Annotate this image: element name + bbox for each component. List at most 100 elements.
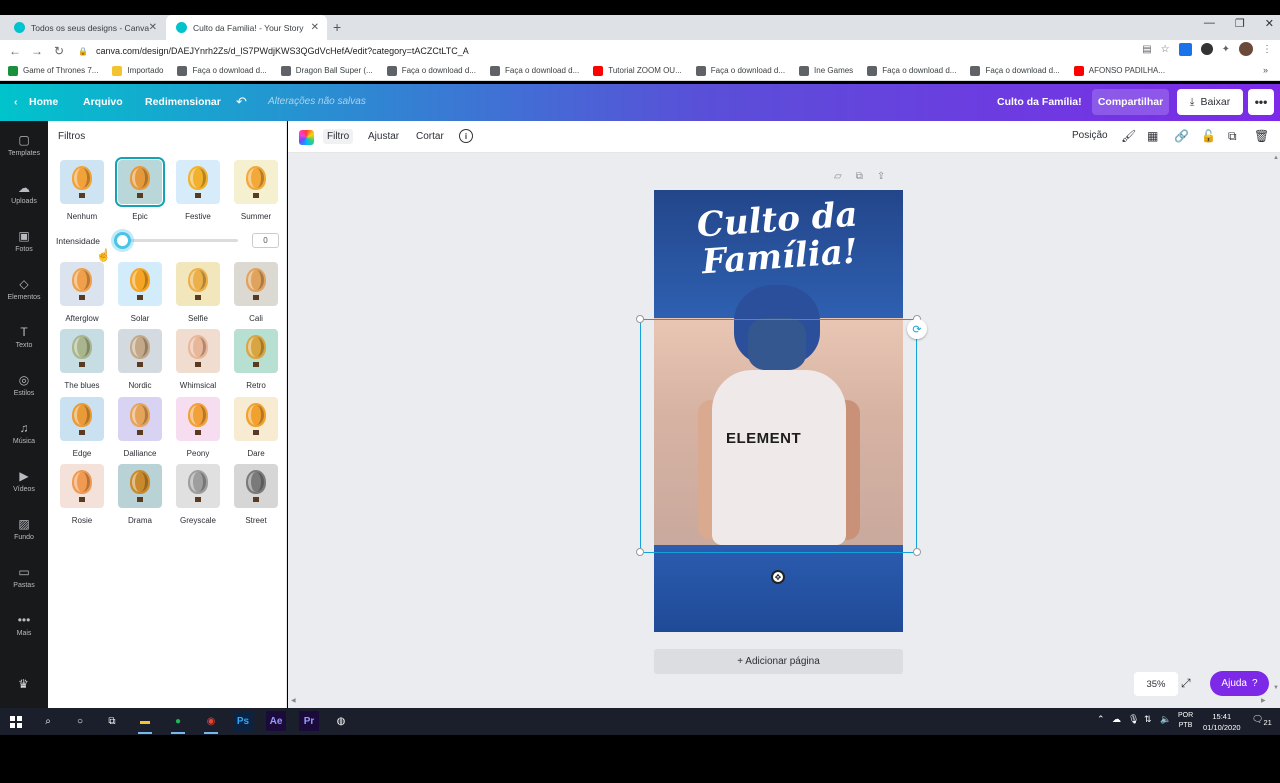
filter-thumbnail-whimsical[interactable] xyxy=(176,329,220,373)
forward-icon[interactable]: → xyxy=(26,44,48,58)
bookmark-item[interactable]: Faça o download d... xyxy=(177,65,267,76)
download-button[interactable]: ⤓ Baixar xyxy=(1177,89,1243,115)
more-options-button[interactable]: ••• xyxy=(1248,89,1274,115)
link-icon[interactable]: 🔗 xyxy=(1174,129,1189,143)
filter-thumbnail-edge[interactable] xyxy=(60,397,104,441)
rail-item-música[interactable]: ♫ Música xyxy=(0,411,48,455)
resize-handle[interactable] xyxy=(636,315,644,323)
filter-thumbnail-dare[interactable] xyxy=(234,397,278,441)
transparency-icon[interactable]: ▦ xyxy=(1147,129,1158,143)
home-chevron-icon[interactable]: ‹ xyxy=(14,96,18,108)
resize-handle[interactable] xyxy=(913,548,921,556)
filter-thumbnail-nordic[interactable] xyxy=(118,329,162,373)
reload-icon[interactable]: ↻ xyxy=(48,44,70,58)
rail-item-vídeos[interactable]: ▶ Vídeos xyxy=(0,459,48,503)
lock-icon[interactable]: 🔓 xyxy=(1201,129,1216,143)
new-tab-icon[interactable]: + xyxy=(333,19,341,35)
crown-icon[interactable]: ♛ xyxy=(18,677,29,691)
clipboard-icon[interactable]: ▤ xyxy=(1142,44,1151,55)
bookmarks-overflow-icon[interactable]: » xyxy=(1263,65,1268,75)
bookmark-item[interactable]: Game of Thrones 7... xyxy=(8,65,98,76)
bookmark-item[interactable]: Dragon Ball Super (... xyxy=(280,65,373,76)
filter-tab[interactable]: Filtro xyxy=(323,129,354,144)
spotify-icon[interactable]: ● xyxy=(168,711,188,734)
position-button[interactable]: Posição xyxy=(1072,130,1108,141)
app-icon[interactable]: ◍ xyxy=(331,711,351,731)
intensity-value-input[interactable]: 0 xyxy=(252,233,279,248)
undo-icon[interactable]: ↶ xyxy=(236,94,247,110)
duplicate-page-icon[interactable]: ⧉ xyxy=(856,171,863,182)
bookmark-item[interactable]: AFONSO PADILHA... xyxy=(1073,65,1165,76)
file-menu-button[interactable]: Arquivo xyxy=(83,96,123,108)
scroll-right-icon[interactable]: ▶ xyxy=(1261,697,1266,704)
move-icon[interactable]: ✥ xyxy=(771,570,785,584)
paint-roller-icon[interactable]: 🖌 xyxy=(1121,129,1136,143)
duplicate-icon[interactable]: ⧉ xyxy=(1228,129,1237,144)
add-page-icon[interactable]: ⇪ xyxy=(877,171,885,182)
cortana-icon[interactable]: ○ xyxy=(70,711,90,731)
bookmark-star-icon[interactable]: ☆ xyxy=(1161,44,1170,55)
filter-thumbnail-cali[interactable] xyxy=(234,262,278,306)
profile-avatar[interactable] xyxy=(1239,42,1253,56)
filter-thumbnail-rosie[interactable] xyxy=(60,464,104,508)
resize-button[interactable]: Redimensionar xyxy=(145,96,221,108)
premiere-icon[interactable]: Pr xyxy=(299,711,319,731)
rail-item-fundo[interactable]: ▨ Fundo xyxy=(0,507,48,551)
scroll-left-icon[interactable]: ◀ xyxy=(291,697,296,704)
tray-chevron-icon[interactable]: ⌃ xyxy=(1097,714,1105,725)
scroll-up-icon[interactable]: ▲ xyxy=(1273,155,1279,161)
filter-thumbnail-summer[interactable] xyxy=(234,160,278,204)
rail-item-texto[interactable]: T Texto xyxy=(0,315,48,359)
rail-item-fotos[interactable]: ▣ Fotos xyxy=(0,219,48,263)
photoshop-icon[interactable]: Ps xyxy=(233,711,253,731)
intensity-slider-handle[interactable] xyxy=(114,232,131,249)
filter-thumbnail-retro[interactable] xyxy=(234,329,278,373)
bookmark-item[interactable]: Faça o download d... xyxy=(386,65,476,76)
close-tab-icon[interactable]: ✕ xyxy=(311,22,319,33)
rail-item-templates[interactable]: ▢ Templates xyxy=(0,123,48,167)
chrome-icon[interactable]: ◉ xyxy=(201,711,221,734)
home-button[interactable]: Home xyxy=(29,96,58,108)
bookmark-item[interactable]: Faça o download d... xyxy=(970,65,1060,76)
after-effects-icon[interactable]: Ae xyxy=(266,711,286,731)
windows-start-icon[interactable] xyxy=(10,716,22,728)
close-window-icon[interactable]: ✕ xyxy=(1265,17,1274,30)
close-tab-icon[interactable]: ✕ xyxy=(149,22,157,33)
share-button[interactable]: Compartilhar xyxy=(1092,89,1169,115)
rail-item-uploads[interactable]: ☁ Uploads xyxy=(0,171,48,215)
back-icon[interactable]: ← xyxy=(4,44,26,58)
search-icon[interactable]: ⌕ xyxy=(38,711,58,731)
bookmark-item[interactable]: Ine Games xyxy=(799,65,853,76)
intensity-slider-track[interactable] xyxy=(122,239,238,242)
filter-thumbnail-dalliance[interactable] xyxy=(118,397,162,441)
bookmark-item[interactable]: Faça o download d... xyxy=(867,65,956,76)
bookmark-item[interactable]: Faça o download d... xyxy=(489,65,579,76)
filter-thumbnail-peony[interactable] xyxy=(176,397,220,441)
resize-handle[interactable] xyxy=(636,548,644,556)
restore-icon[interactable]: ❐ xyxy=(1235,17,1245,30)
filter-thumbnail-nenhum[interactable] xyxy=(60,160,104,204)
rail-item-estilos[interactable]: ◎ Estilos xyxy=(0,363,48,407)
browser-tab-design[interactable]: Culto da Familia! - Your Story ✕ xyxy=(166,15,327,40)
info-icon[interactable]: i xyxy=(459,129,473,143)
browser-menu-icon[interactable]: ⋮ xyxy=(1262,44,1272,55)
browser-tab-designs[interactable]: Todos os seus designs - Canva ✕ xyxy=(4,15,165,40)
extension-icon[interactable] xyxy=(1200,43,1213,55)
filter-thumbnail-epic[interactable] xyxy=(115,157,165,207)
extension-icon[interactable] xyxy=(1178,42,1192,56)
help-button[interactable]: Ajuda ? xyxy=(1210,671,1269,696)
filter-thumbnail-solar[interactable] xyxy=(118,262,162,306)
onedrive-icon[interactable]: ☁ xyxy=(1112,714,1121,725)
volume-icon[interactable]: 🔈 xyxy=(1160,714,1171,725)
filter-thumbnail-festive[interactable] xyxy=(176,160,220,204)
color-picker-swatch[interactable] xyxy=(299,130,314,145)
filter-thumbnail-greyscale[interactable] xyxy=(176,464,220,508)
trash-icon[interactable]: 🗑 xyxy=(1254,129,1269,143)
minimize-icon[interactable]: — xyxy=(1204,17,1215,30)
filter-thumbnail-selfie[interactable] xyxy=(176,262,220,306)
system-clock[interactable]: 15:41 01/10/2020 xyxy=(1203,711,1241,733)
design-title[interactable]: Culto da Família! xyxy=(997,96,1082,108)
filter-thumbnail-the-blues[interactable] xyxy=(60,329,104,373)
notifications-icon[interactable]: 🗨21 xyxy=(1252,714,1272,727)
scroll-down-icon[interactable]: ▼ xyxy=(1273,685,1279,691)
